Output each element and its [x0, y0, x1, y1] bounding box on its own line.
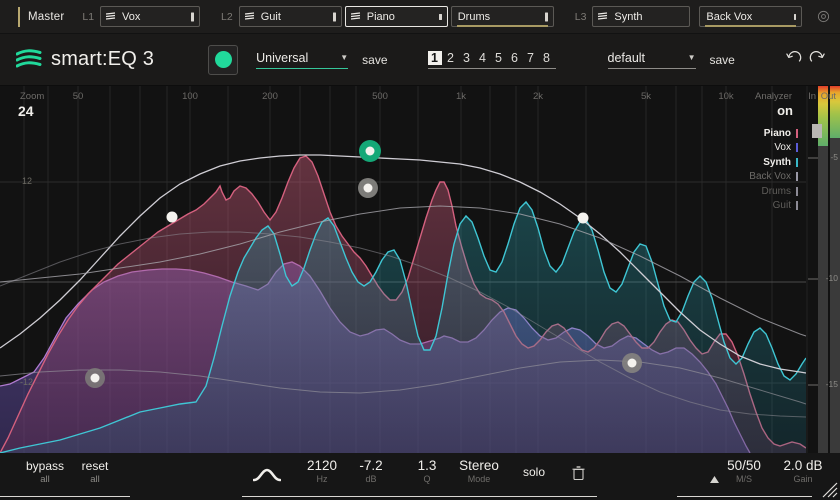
smarteq-logo-icon: [16, 49, 42, 71]
track-name: Piano: [367, 11, 395, 23]
learn-button[interactable]: [208, 45, 238, 75]
mode-value: Stereo: [446, 458, 512, 473]
ms-value: 50/50: [713, 458, 775, 473]
track-level-handle[interactable]: [333, 12, 336, 21]
group-label-l3: L3: [575, 11, 587, 23]
ms-unit: M/S: [713, 473, 775, 485]
track-slot-piano[interactable]: Piano: [345, 6, 448, 27]
solo-button[interactable]: solo: [512, 465, 556, 480]
profile-underline: [256, 68, 348, 69]
gain-value: -7.2: [345, 458, 397, 473]
band-6[interactable]: 6: [508, 51, 522, 65]
preset-dropdown[interactable]: default ▼: [608, 51, 696, 69]
profile-save-button[interactable]: save: [362, 53, 387, 67]
track-bar: Master L1 Vox L2 Guit: [0, 0, 840, 34]
band-5[interactable]: 5: [492, 51, 506, 65]
track-learned-indicator: [705, 25, 796, 27]
track-slot-guit[interactable]: Guit: [239, 6, 342, 27]
track-name: Synth: [614, 11, 642, 23]
eq-node-3[interactable]: [366, 147, 375, 156]
band-selector[interactable]: 1 2 3 4 5 6 7 8: [428, 51, 556, 69]
band-2[interactable]: 2: [444, 51, 458, 65]
eq-icon: [245, 12, 256, 21]
eq-icon: [351, 12, 362, 21]
frequency-value: 2120: [292, 458, 352, 473]
learn-indicator-icon: [215, 51, 232, 68]
bottom-divider-1: [0, 496, 130, 498]
eq-node-4[interactable]: [364, 184, 373, 193]
q-readout[interactable]: 1.3 Q: [405, 458, 449, 485]
band-8[interactable]: 8: [540, 51, 554, 65]
chevron-down-icon: ▼: [340, 53, 348, 62]
track-level-handle[interactable]: [794, 14, 797, 20]
profile-dropdown[interactable]: Universal ▼: [256, 51, 348, 69]
track-level-handle[interactable]: [191, 12, 194, 21]
eq-graph[interactable]: Zoom 24 50 100 200 500 1k 2k 5k 10k 12 -…: [0, 86, 840, 453]
q-unit: Q: [405, 473, 449, 485]
solo-label: solo: [512, 465, 556, 480]
track-name: Drums: [458, 11, 490, 23]
preset-underline: [608, 68, 696, 69]
ms-readout[interactable]: 50/50 M/S: [713, 458, 775, 485]
group-label-l1: L1: [82, 11, 94, 23]
chevron-down-icon: ▼: [688, 53, 696, 62]
eq-icon: [106, 12, 117, 21]
bottom-bar: bypass all reset all 2120 Hz -7.2 dB 1.3…: [0, 453, 840, 500]
track-group-l3: L3 Synth Back Vox: [557, 6, 806, 27]
frequency-readout[interactable]: 2120 Hz: [292, 458, 352, 485]
preset-save-button[interactable]: save: [710, 53, 735, 67]
profile-value: Universal: [256, 51, 308, 65]
master-slot[interactable]: Master: [18, 7, 64, 27]
band-1[interactable]: 1: [428, 51, 442, 65]
track-name: Vox: [122, 11, 140, 23]
reset-sub: all: [64, 474, 126, 486]
eq-node-1[interactable]: [167, 212, 178, 223]
reset-button[interactable]: reset all: [64, 459, 126, 486]
plugin-window: Master L1 Vox L2 Guit: [0, 0, 840, 500]
bottom-divider-2: [242, 496, 597, 498]
gain-unit: dB: [345, 473, 397, 485]
track-name: Back Vox: [706, 11, 752, 23]
track-slot-synth[interactable]: Synth: [592, 6, 690, 27]
preset-value: default: [608, 51, 646, 65]
eq-node-layer[interactable]: [0, 86, 840, 453]
undo-icon[interactable]: [785, 51, 802, 68]
track-slot-back-vox[interactable]: Back Vox: [699, 6, 802, 27]
eq-node-6[interactable]: [628, 359, 637, 368]
eq-node-2[interactable]: [91, 374, 100, 383]
mode-readout[interactable]: Stereo Mode: [446, 458, 512, 485]
gain-readout[interactable]: -7.2 dB: [345, 458, 397, 485]
track-name: Guit: [261, 11, 281, 23]
gear-icon[interactable]: [817, 10, 830, 23]
app-logo: smart:EQ 3: [16, 48, 154, 71]
main-toolbar: smart:EQ 3 Universal ▼ save 1 2 3 4 5 6 …: [0, 34, 840, 86]
track-learned-indicator: [457, 25, 548, 27]
resize-grip-icon[interactable]: [818, 478, 838, 498]
track-level-handle[interactable]: [545, 12, 548, 21]
master-label: Master: [28, 11, 64, 23]
group-label-l2: L2: [221, 11, 233, 23]
track-level-handle[interactable]: [439, 14, 442, 20]
eq-node-5[interactable]: [578, 213, 589, 224]
q-value: 1.3: [405, 458, 449, 473]
bottom-divider-3: [677, 496, 812, 498]
eq-icon: [598, 12, 609, 21]
band-7[interactable]: 7: [524, 51, 538, 65]
band-3[interactable]: 3: [460, 51, 474, 65]
app-title: smart:EQ 3: [51, 48, 154, 71]
undo-redo-group: [785, 51, 826, 68]
track-slot-drums[interactable]: Drums: [451, 6, 554, 27]
output-gain-value: 2.0 dB: [772, 458, 834, 473]
redo-icon[interactable]: [809, 51, 826, 68]
track-group-l1: L1 Vox: [64, 6, 203, 27]
bell-curve-icon[interactable]: [253, 467, 281, 483]
band-4[interactable]: 4: [476, 51, 490, 65]
frequency-unit: Hz: [292, 473, 352, 485]
master-indicator: [18, 7, 20, 27]
track-group-l2: L2 Guit Piano Drums: [203, 6, 557, 27]
trash-icon[interactable]: [572, 466, 585, 481]
reset-label: reset: [64, 459, 126, 474]
mode-unit: Mode: [446, 473, 512, 485]
track-slot-vox[interactable]: Vox: [100, 6, 200, 27]
